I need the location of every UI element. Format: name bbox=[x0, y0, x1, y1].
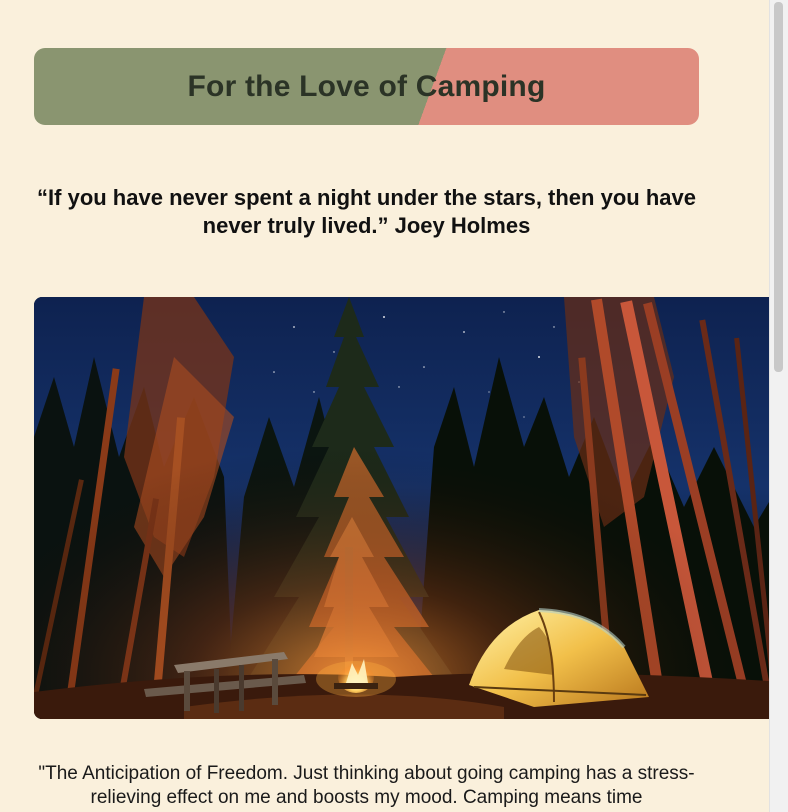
content-area: For the Love of Camping “If you have nev… bbox=[0, 0, 784, 812]
campsite-illustration bbox=[34, 297, 784, 719]
page-title: For the Love of Camping bbox=[187, 69, 546, 103]
title-banner: For the Love of Camping bbox=[34, 48, 699, 125]
body-paragraph: "The Anticipation of Freedom. Just think… bbox=[38, 763, 695, 808]
scrollbar-thumb[interactable] bbox=[774, 2, 783, 372]
quote: “If you have never spent a night under t… bbox=[37, 185, 696, 238]
page: For the Love of Camping “If you have nev… bbox=[0, 0, 788, 812]
campsite-image bbox=[34, 297, 784, 719]
vertical-scrollbar[interactable] bbox=[769, 0, 788, 812]
